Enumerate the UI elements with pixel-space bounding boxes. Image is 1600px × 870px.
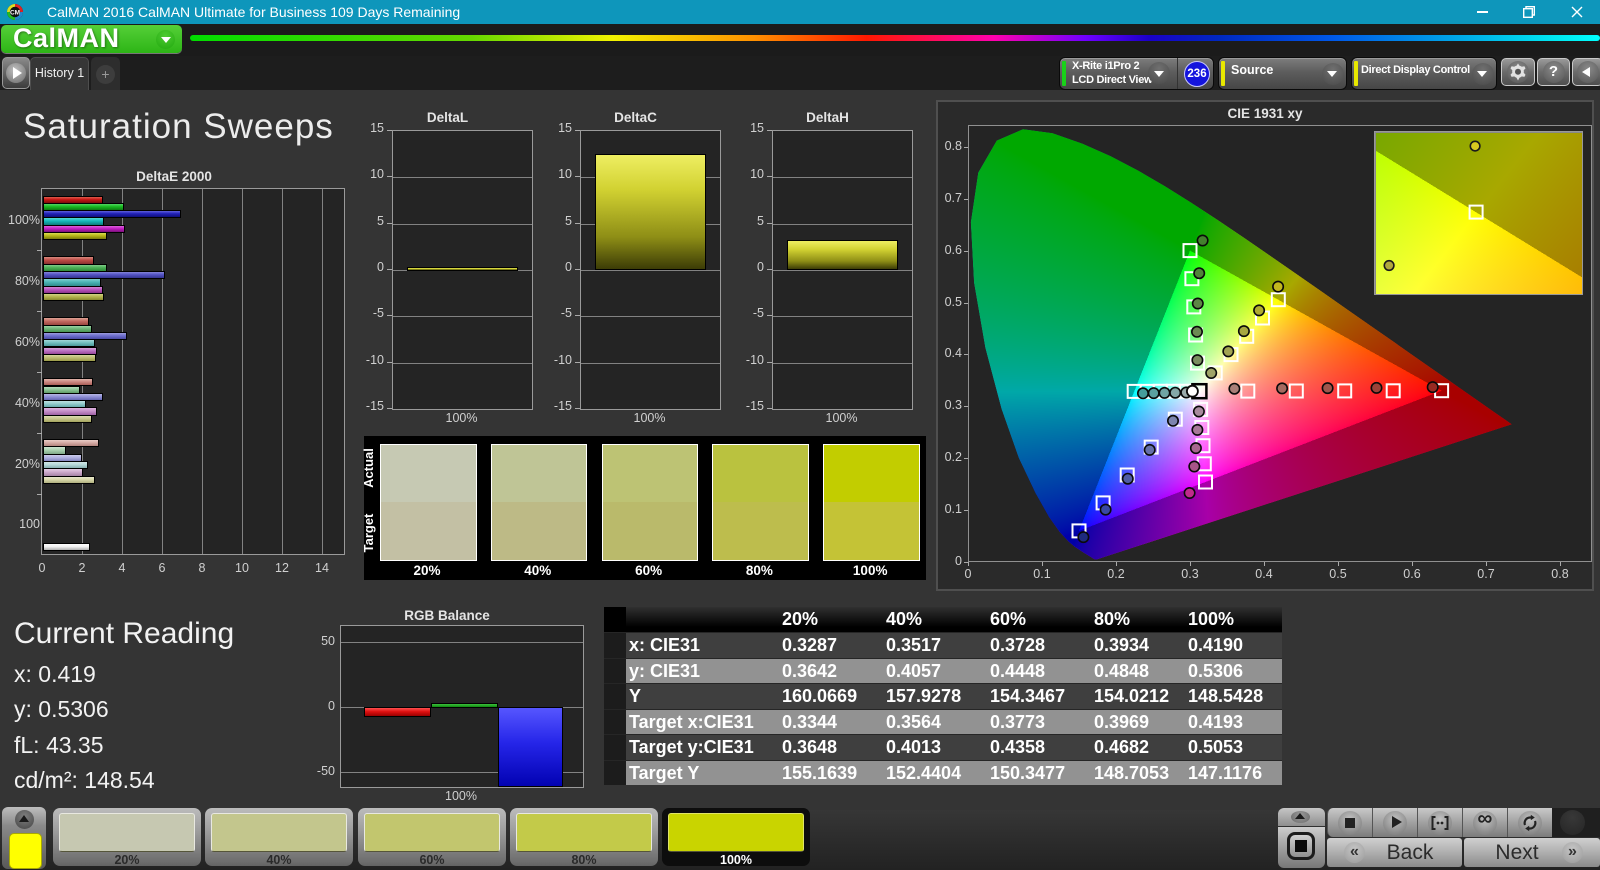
svg-text:CM: CM [10,10,20,17]
